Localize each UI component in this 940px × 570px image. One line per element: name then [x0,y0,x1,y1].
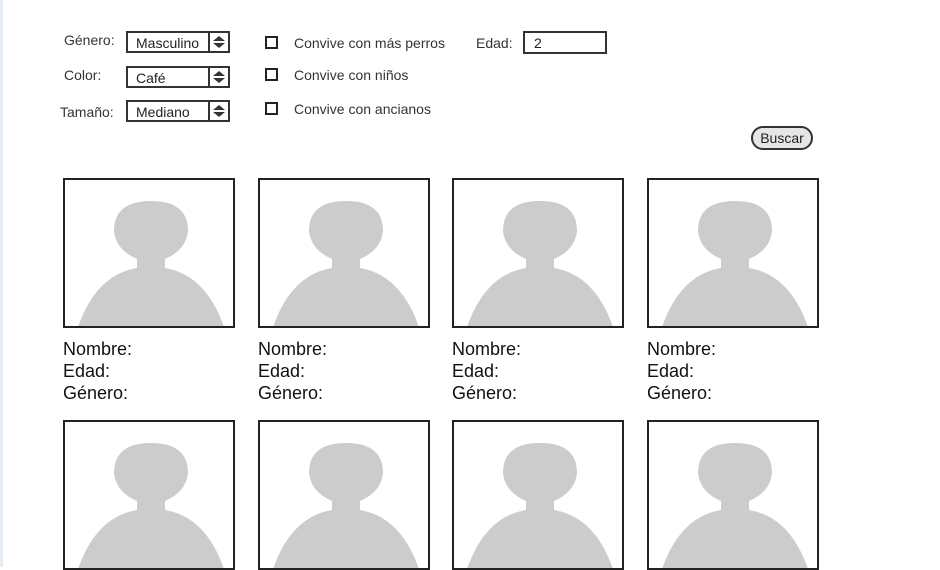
checkbox-ancianos[interactable] [265,102,278,115]
edad-input-value: 2 [534,35,542,51]
select-arrows-icon[interactable] [208,33,228,51]
result-card[interactable] [452,420,624,570]
avatar-placeholder [258,178,430,328]
checkbox-ninos[interactable] [265,68,278,81]
avatar-placeholder [647,178,819,328]
edad-result-label: Edad: [63,361,111,381]
buscar-button[interactable]: Buscar [751,126,813,150]
result-card[interactable] [63,420,235,570]
checkbox-mas-perros[interactable] [265,36,278,49]
result-card[interactable] [258,420,430,570]
nombre-label: Nombre: [63,339,133,359]
result-card[interactable]: Nombre: Edad: Género: [63,178,235,404]
genero-label: Género: [64,32,115,48]
select-arrows-icon[interactable] [208,102,228,120]
edad-result-label: Edad: [452,361,500,381]
edad-input[interactable]: 2 [523,31,607,54]
edad-result-label: Edad: [258,361,306,381]
result-card[interactable] [647,420,819,570]
tamano-label: Tamaño: [60,104,114,120]
genero-select-value: Masculino [136,35,200,51]
edad-label: Edad: [476,35,513,51]
avatar-placeholder [452,178,624,328]
avatar-placeholder [63,420,235,570]
select-arrows-icon[interactable] [208,68,228,86]
user-silhouette-icon [467,201,613,326]
result-card[interactable]: Nombre: Edad: Género: [647,178,819,404]
user-silhouette-icon [273,201,419,326]
genero-result-label: Género: [63,383,129,403]
user-silhouette-icon [467,443,613,568]
user-silhouette-icon [78,201,224,326]
tamano-select[interactable]: Mediano [126,100,230,122]
genero-result-label: Género: [452,383,518,403]
edad-result-label: Edad: [647,361,695,381]
left-edge-strip [0,0,3,567]
tamano-select-value: Mediano [136,104,190,120]
genero-result-label: Género: [258,383,324,403]
avatar-placeholder [452,420,624,570]
result-card[interactable]: Nombre: Edad: Género: [452,178,624,404]
color-label: Color: [64,67,102,83]
avatar-placeholder [647,420,819,570]
nombre-label: Nombre: [258,339,328,359]
user-silhouette-icon [78,443,224,568]
checkbox-ancianos-label: Convive con ancianos [294,101,431,117]
genero-result-label: Género: [647,383,713,403]
checkbox-ninos-label: Convive con niños [294,67,409,83]
color-select[interactable]: Café [126,66,230,88]
nombre-label: Nombre: [452,339,522,359]
checkbox-mas-perros-label: Convive con más perros [294,35,445,51]
user-silhouette-icon [662,201,808,326]
color-select-value: Café [136,70,166,86]
user-silhouette-icon [273,443,419,568]
avatar-placeholder [258,420,430,570]
avatar-placeholder [63,178,235,328]
user-silhouette-icon [662,443,808,568]
genero-select[interactable]: Masculino [126,31,230,53]
result-card[interactable]: Nombre: Edad: Género: [258,178,430,404]
nombre-label: Nombre: [647,339,717,359]
